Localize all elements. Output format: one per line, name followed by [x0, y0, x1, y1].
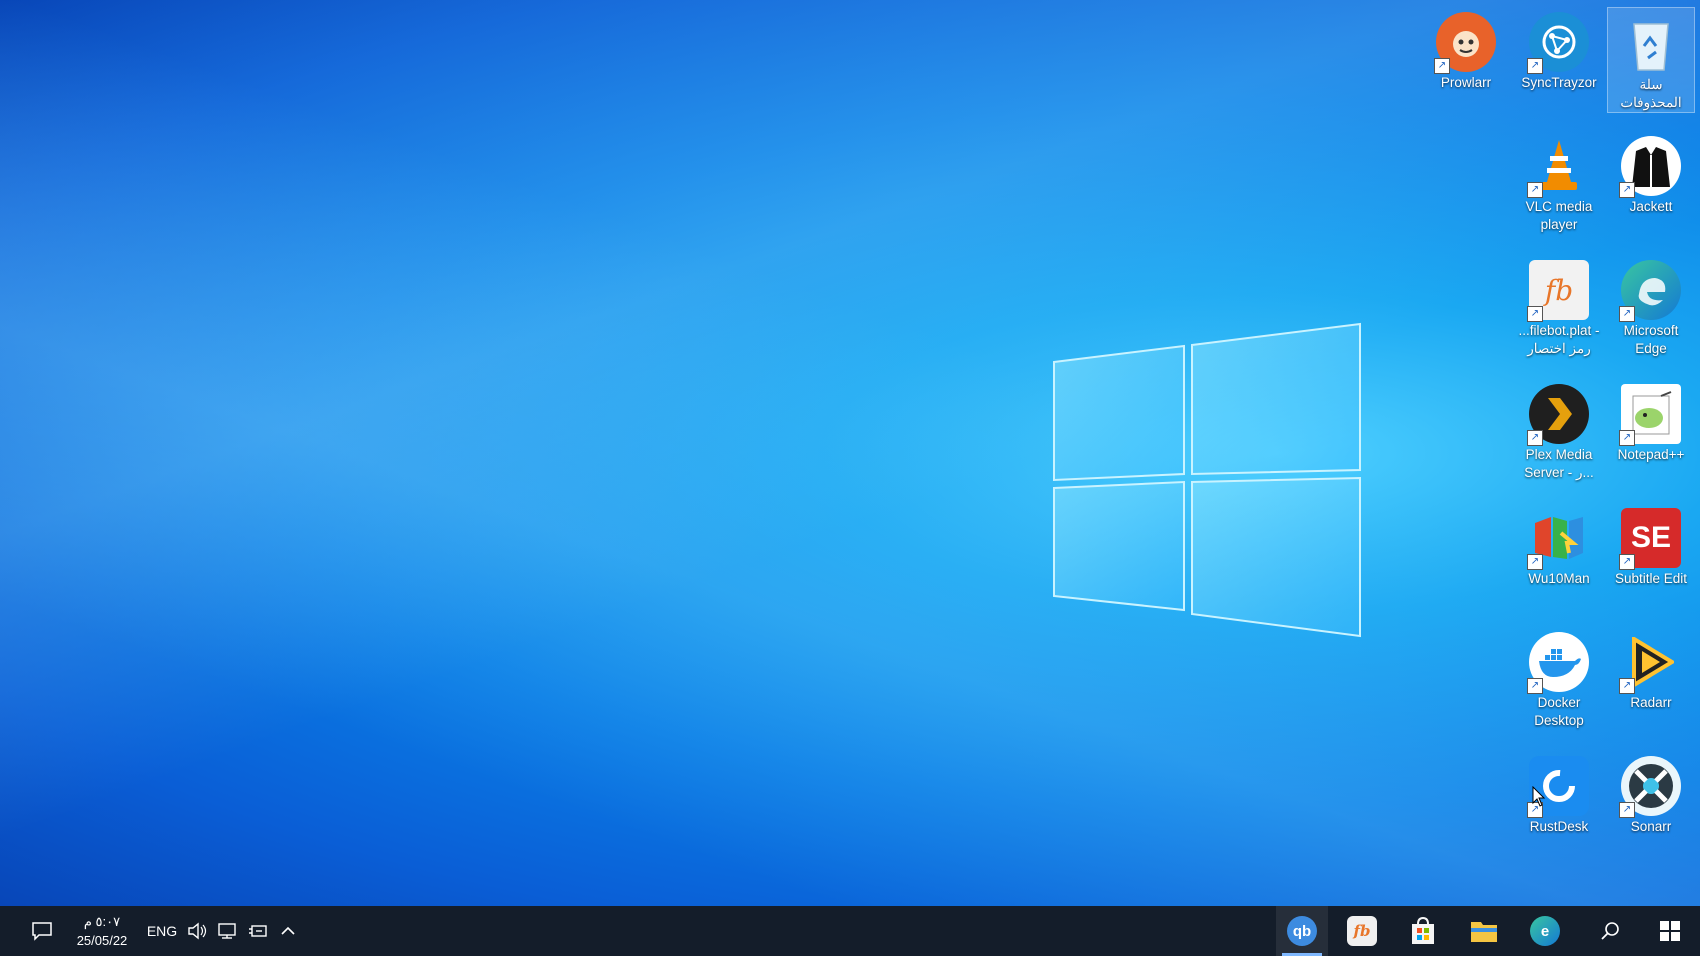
- microsoft-store-icon: [1412, 916, 1434, 944]
- power-icon: [249, 925, 267, 937]
- taskbar: ٥:٠٧ م 25/05/22 ENG qb fb e: [0, 906, 1700, 956]
- chevron-up-icon: [281, 926, 295, 935]
- volume-icon: [188, 922, 207, 940]
- desktop-icon-vlc[interactable]: ↗ VLC media player: [1516, 130, 1602, 240]
- icon-label: RustDesk: [1529, 819, 1589, 834]
- network-icon: [218, 923, 236, 939]
- desktop-icon-rustdesk[interactable]: ↗ RustDesk: [1516, 750, 1602, 860]
- desktop-icon-subtitle-edit[interactable]: SE ↗ Subtitle Edit: [1608, 502, 1694, 612]
- docker-icon: ↗: [1527, 632, 1589, 694]
- icon-label: Sonarr: [1630, 819, 1672, 834]
- wu10man-icon: ↗: [1527, 508, 1589, 570]
- windows-icon: [1660, 921, 1680, 941]
- desktop-icon-prowlarr[interactable]: ↗ Prowlarr: [1423, 6, 1509, 116]
- search-button[interactable]: [1586, 906, 1634, 956]
- network-button[interactable]: [214, 906, 242, 956]
- desktop-icon-filebot[interactable]: fb ↗ ...filebot.plat - رمز اختصار: [1516, 254, 1602, 364]
- synctrayzor-icon: ↗: [1527, 12, 1589, 74]
- desktop-icon-radarr[interactable]: ↗ Radarr: [1608, 626, 1694, 736]
- folder-icon: [1471, 922, 1497, 942]
- desktop-icon-wu10man[interactable]: ↗ Wu10Man: [1516, 502, 1602, 612]
- vlc-icon: ↗: [1527, 136, 1589, 198]
- battery-button[interactable]: [244, 906, 272, 956]
- icon-label: Subtitle Edit: [1614, 571, 1688, 586]
- qbittorrent-icon: qb: [1287, 916, 1317, 946]
- filebot-icon: fb ↗: [1527, 260, 1589, 322]
- filebot-icon: fb: [1347, 916, 1377, 946]
- plex-icon: ↗: [1527, 384, 1589, 446]
- desktop-icon-notepadpp[interactable]: ↗ Notepad++: [1608, 378, 1694, 488]
- icon-label: Prowlarr: [1440, 75, 1492, 90]
- icon-label: Jackett: [1629, 199, 1673, 214]
- subtitle-edit-icon: SE ↗: [1619, 508, 1681, 570]
- icon-label: Notepad++: [1617, 447, 1685, 462]
- icon-label: سلة المحذوفات: [1620, 77, 1682, 110]
- icon-label: SyncTrayzor: [1521, 75, 1597, 90]
- recycle-bin-icon: [1621, 14, 1681, 74]
- desktop-icon-microsoft-edge[interactable]: ↗ Microsoft Edge: [1608, 254, 1694, 364]
- icon-label: Plex Media Server - ر...: [1524, 447, 1594, 480]
- taskbar-app-file-explorer[interactable]: [1458, 906, 1510, 956]
- desktop-icon-plex[interactable]: ↗ Plex Media Server - ر...: [1516, 378, 1602, 488]
- search-icon: [1601, 922, 1619, 940]
- icon-label: Radarr: [1630, 695, 1672, 710]
- desktop-icon-recycle-bin[interactable]: سلة المحذوفات: [1607, 7, 1695, 113]
- desktop-icon-jackett[interactable]: ↗ Jackett: [1608, 130, 1694, 240]
- wallpaper-light-beam: [0, 0, 1700, 906]
- jackett-icon: ↗: [1619, 136, 1681, 198]
- desktop-icon-sonarr[interactable]: ↗ Sonarr: [1608, 750, 1694, 860]
- notification-center-button[interactable]: [22, 906, 62, 956]
- desktop-icon-synctrayzor[interactable]: ↗ SyncTrayzor: [1516, 6, 1602, 116]
- taskbar-app-microsoft-edge[interactable]: e: [1519, 906, 1571, 956]
- icon-label: ...filebot.plat - رمز اختصار: [1518, 323, 1600, 356]
- icon-label: Docker Desktop: [1534, 695, 1584, 728]
- taskbar-app-qbittorrent[interactable]: qb: [1276, 906, 1328, 956]
- notepadpp-icon: ↗: [1619, 384, 1681, 446]
- volume-button[interactable]: [184, 906, 210, 956]
- mouse-cursor-icon: [1532, 786, 1546, 807]
- clock[interactable]: ٥:٠٧ م 25/05/22: [66, 912, 138, 950]
- start-button[interactable]: [1644, 906, 1696, 956]
- windows-wallpaper-logo: [1053, 322, 1361, 638]
- desktop[interactable]: ↗ Prowlarr ↗ SyncTrayzor سلة المحذوفات ↗…: [0, 0, 1700, 906]
- icon-label: Wu10Man: [1528, 571, 1590, 586]
- desktop-icon-docker[interactable]: ↗ Docker Desktop: [1516, 626, 1602, 736]
- clock-date: 25/05/22: [76, 933, 128, 948]
- prowlarr-icon: ↗: [1434, 12, 1496, 74]
- taskbar-app-filebot[interactable]: fb: [1336, 906, 1388, 956]
- sonarr-icon: ↗: [1619, 756, 1681, 818]
- language-indicator[interactable]: ENG: [144, 906, 180, 956]
- taskbar-app-microsoft-store[interactable]: [1397, 906, 1449, 956]
- edge-icon: ↗: [1619, 260, 1681, 322]
- notification-icon: [32, 922, 52, 941]
- radarr-icon: ↗: [1619, 632, 1681, 694]
- edge-icon: e: [1530, 916, 1560, 946]
- icon-label: VLC media player: [1525, 199, 1593, 232]
- icon-label: Microsoft Edge: [1623, 323, 1679, 356]
- clock-time: ٥:٠٧ م: [83, 914, 121, 929]
- show-hidden-icons-button[interactable]: [274, 906, 302, 956]
